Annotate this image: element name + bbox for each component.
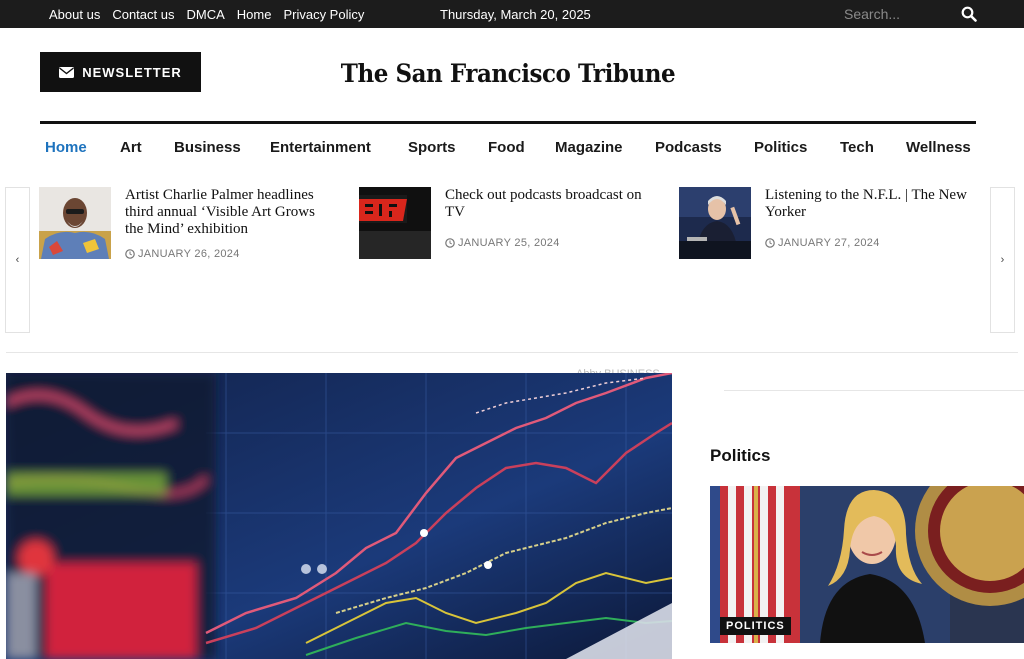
current-date: Thursday, March 20, 2025	[440, 6, 591, 22]
sidebar-heading: Politics	[710, 446, 771, 465]
nav-item-podcasts[interactable]: Podcasts	[655, 139, 722, 156]
chevron-left-icon: ‹	[15, 254, 20, 266]
slide-thumbnail[interactable]	[39, 187, 111, 259]
newsletter-label: NEWSLETTER	[82, 64, 182, 80]
slide-thumbnail[interactable]	[679, 187, 751, 259]
nav-item-magazine[interactable]: Magazine	[555, 139, 623, 156]
slide-title[interactable]: Artist Charlie Palmer headlines third an…	[125, 187, 330, 238]
nav-item-tech[interactable]: Tech	[840, 139, 874, 156]
sidebar-divider	[724, 390, 1024, 391]
nav-item-home[interactable]: Home	[45, 139, 87, 156]
slide-date-text: JANUARY 25, 2024	[458, 237, 560, 249]
carousel-next-button[interactable]: ›	[990, 187, 1015, 333]
slide-date: JANUARY 27, 2024	[765, 237, 880, 249]
slide-date-text: JANUARY 26, 2024	[138, 248, 240, 260]
top-links: About us Contact us DMCA Home Privacy Po…	[49, 0, 364, 28]
newsletter-button[interactable]: NEWSLETTER	[40, 52, 201, 92]
nav-item-sports[interactable]: Sports	[408, 139, 456, 156]
search-icon[interactable]	[961, 6, 977, 22]
section-divider	[6, 352, 1018, 353]
top-link-privacy[interactable]: Privacy Policy	[283, 7, 364, 22]
slide-date-text: JANUARY 27, 2024	[778, 237, 880, 249]
slide-title[interactable]: Listening to the N.F.L. | The New Yorker	[765, 187, 970, 221]
clock-icon	[125, 249, 135, 259]
top-bar: About us Contact us DMCA Home Privacy Po…	[0, 0, 1024, 28]
category-badge[interactable]: POLITICS	[720, 617, 791, 635]
envelope-icon	[59, 66, 75, 78]
nav-item-business[interactable]: Business	[174, 139, 241, 156]
carousel-slide[interactable]: Artist Charlie Palmer headlines third an…	[39, 187, 329, 267]
slide-thumbnail[interactable]	[359, 187, 431, 259]
nav-rule	[40, 121, 976, 124]
carousel-slide[interactable]: Check out podcasts broadcast on TV JANUA…	[359, 187, 659, 267]
site-logo[interactable]: The San Francisco Tribune	[341, 55, 676, 91]
carousel-slide[interactable]: Listening to the N.F.L. | The New Yorker…	[679, 187, 979, 267]
slide-title[interactable]: Check out podcasts broadcast on TV	[445, 187, 650, 221]
search-box	[844, 0, 1014, 28]
top-link-home[interactable]: Home	[237, 7, 272, 22]
clock-icon	[765, 238, 775, 248]
nav-item-food[interactable]: Food	[488, 139, 525, 156]
top-link-about[interactable]: About us	[49, 7, 100, 22]
slide-date: JANUARY 25, 2024	[445, 237, 560, 249]
main-nav: Home Art Business Entertainment Sports F…	[40, 134, 976, 162]
top-link-contact[interactable]: Contact us	[112, 7, 174, 22]
slide-date: JANUARY 26, 2024	[125, 248, 240, 260]
nav-item-wellness[interactable]: Wellness	[906, 139, 971, 156]
top-link-dmca[interactable]: DMCA	[186, 7, 224, 22]
carousel-prev-button[interactable]: ‹	[5, 187, 30, 333]
nav-item-politics[interactable]: Politics	[754, 139, 807, 156]
search-input[interactable]	[844, 6, 954, 22]
chevron-right-icon: ›	[1000, 254, 1005, 266]
clock-icon	[445, 238, 455, 248]
nav-item-art[interactable]: Art	[120, 139, 142, 156]
hero-image[interactable]	[6, 373, 672, 659]
nav-item-entertainment[interactable]: Entertainment	[270, 139, 371, 156]
